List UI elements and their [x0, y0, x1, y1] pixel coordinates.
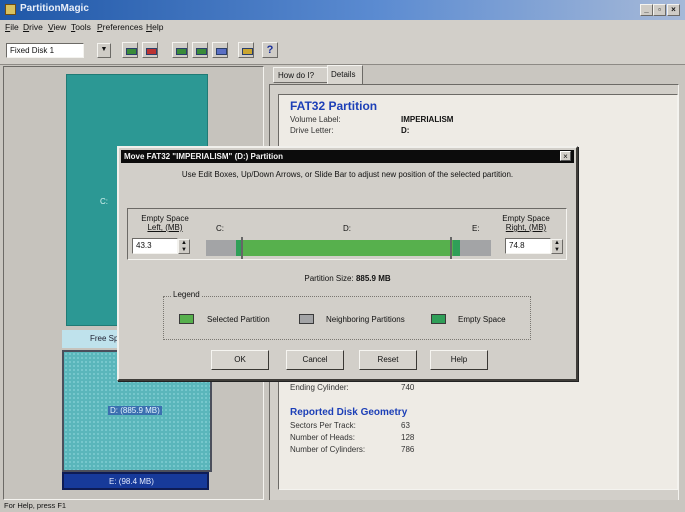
- reset-button[interactable]: Reset: [359, 350, 417, 370]
- partition-d-label: D: (885.9 MB): [108, 406, 162, 415]
- legend-swatch-empty: [431, 314, 446, 324]
- drive-letter-value: D:: [401, 126, 410, 135]
- tab-how-do-i[interactable]: How do I?: [273, 67, 328, 83]
- volume-label-value: IMPERIALISM: [401, 115, 454, 124]
- menu-drive[interactable]: Drive: [23, 22, 43, 32]
- empty-right-input[interactable]: 74.8: [505, 238, 551, 254]
- empty-space-right-bar: [453, 240, 460, 256]
- empty-left-label: Empty Space Left, (MB): [135, 214, 195, 232]
- empty-left-input[interactable]: 43.3: [132, 238, 178, 254]
- partition-size-value: 885.9 MB: [355, 274, 391, 283]
- menu-help[interactable]: Help: [146, 22, 163, 32]
- right-drag-handle[interactable]: [450, 237, 452, 259]
- maximize-button[interactable]: ▫: [653, 4, 666, 16]
- selected-partition-bar[interactable]: [243, 240, 453, 256]
- dialog-instructions: Use Edit Boxes, Up/Down Arrows, or Slide…: [181, 170, 514, 179]
- menu-tools[interactable]: Tools: [71, 22, 91, 32]
- disk-select[interactable]: Fixed Disk 1: [6, 43, 84, 58]
- toolbar: Fixed Disk 1 ▼ ?: [0, 35, 685, 65]
- heads-value: 128: [401, 433, 415, 442]
- minimize-button[interactable]: _: [640, 4, 653, 16]
- neighbor-partition-e-bar: [460, 240, 491, 256]
- bar-label-e: E:: [472, 224, 480, 233]
- empty-left-label-line2: Left, (MB): [147, 223, 183, 232]
- drive-letter-label: Drive Letter:: [290, 126, 334, 135]
- close-icon[interactable]: ×: [560, 151, 571, 161]
- partition-heading: FAT32 Partition: [290, 99, 378, 113]
- legend-swatch-neighboring: [299, 314, 314, 324]
- ending-cylinder-value: 740: [401, 383, 415, 392]
- resize-partition-icon[interactable]: [172, 42, 188, 58]
- geometry-heading: Reported Disk Geometry: [290, 407, 408, 418]
- partition-c-label: C:: [100, 197, 108, 206]
- ok-button[interactable]: OK: [211, 350, 269, 370]
- bar-label-d: D:: [343, 224, 351, 233]
- status-bar: For Help, press F1: [0, 500, 685, 512]
- window-title: PartitionMagic: [20, 3, 89, 14]
- partition-e-block[interactable]: E: (98.4 MB): [62, 472, 209, 490]
- help-button[interactable]: Help: [430, 350, 488, 370]
- info-icon[interactable]: [238, 42, 254, 58]
- delete-partition-icon[interactable]: [142, 42, 158, 58]
- move-partition-dialog: Move FAT32 "IMPERIALISM" (D:) Partition …: [117, 146, 578, 381]
- copy-partition-icon[interactable]: [212, 42, 228, 58]
- legend-label-neighboring: Neighboring Partitions: [326, 315, 405, 324]
- empty-right-label-line2: Right, (MB): [505, 223, 547, 232]
- volume-label-label: Volume Label:: [290, 115, 341, 124]
- cylinders-value: 786: [401, 445, 415, 454]
- move-partition-icon[interactable]: [192, 42, 208, 58]
- chevron-down-icon[interactable]: ▼: [97, 43, 111, 58]
- empty-right-spinner[interactable]: ▲ ▼: [551, 239, 563, 254]
- cylinders-label: Number of Cylinders:: [290, 445, 366, 454]
- menu-bar: File Drive View Tools Preferences Help: [0, 20, 685, 35]
- menu-preferences[interactable]: Preferences: [97, 22, 143, 32]
- empty-right-label: Empty Space Right, (MB): [495, 214, 557, 232]
- close-window-button[interactable]: ×: [667, 4, 680, 16]
- neighbor-partition-c-bar: [206, 240, 236, 256]
- help-icon[interactable]: ?: [262, 42, 278, 58]
- create-partition-icon[interactable]: [122, 42, 138, 58]
- menu-file[interactable]: File: [5, 22, 19, 32]
- legend-label-selected: Selected Partition: [207, 315, 270, 324]
- legend-label-empty: Empty Space: [458, 315, 506, 324]
- empty-right-label-line1: Empty Space: [502, 214, 550, 223]
- tab-details[interactable]: Details: [327, 65, 363, 84]
- dialog-title: Move FAT32 "IMPERIALISM" (D:) Partition: [121, 150, 574, 163]
- bar-label-c: C:: [216, 224, 224, 233]
- partition-size-row: Partition Size: 885.9 MB: [119, 274, 576, 283]
- title-bar: PartitionMagic _ ▫ ×: [0, 0, 685, 20]
- ending-cylinder-label: Ending Cylinder:: [290, 383, 349, 392]
- legend-title: Legend: [171, 290, 202, 299]
- left-drag-handle[interactable]: [241, 237, 243, 259]
- sectors-per-track-label: Sectors Per Track:: [290, 421, 356, 430]
- partition-size-label: Partition Size:: [304, 274, 354, 283]
- empty-left-label-line1: Empty Space: [141, 214, 189, 223]
- sectors-per-track-value: 63: [401, 421, 410, 430]
- empty-left-spinner[interactable]: ▲ ▼: [178, 239, 190, 254]
- legend-swatch-selected: [179, 314, 194, 324]
- app-icon: [5, 4, 16, 15]
- heads-label: Number of Heads:: [290, 433, 355, 442]
- cancel-button[interactable]: Cancel: [286, 350, 344, 370]
- menu-view[interactable]: View: [48, 22, 66, 32]
